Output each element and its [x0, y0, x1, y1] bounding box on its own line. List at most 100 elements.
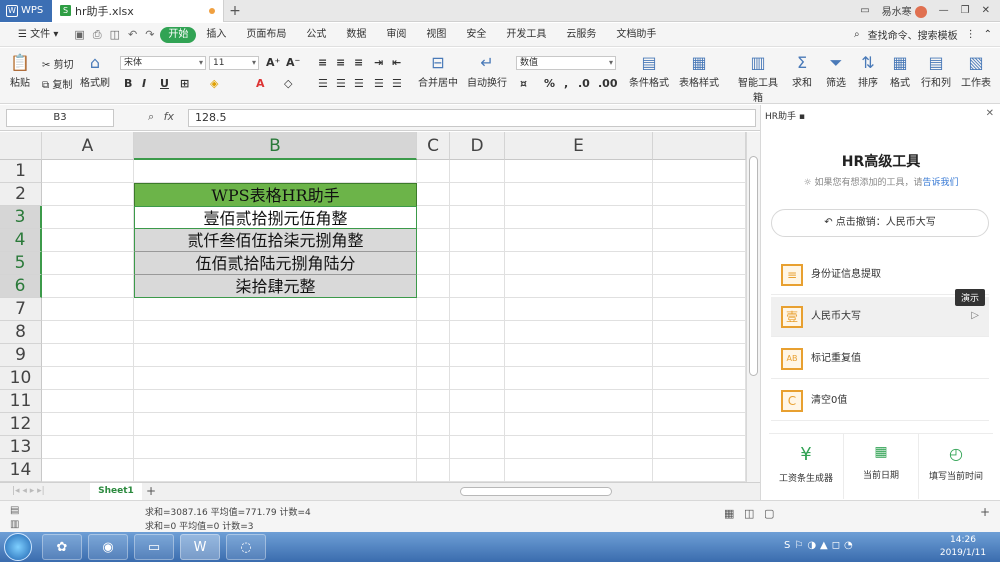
grid-cell[interactable] — [42, 252, 134, 275]
grid-cell[interactable] — [42, 344, 134, 367]
panel-close-icon[interactable]: ✕ — [986, 108, 994, 119]
align-left-icon[interactable]: ☰ — [318, 77, 328, 90]
grid-cell[interactable] — [134, 413, 417, 436]
row-header[interactable]: 2 — [0, 183, 42, 206]
font-color-icon[interactable]: A — [256, 77, 265, 90]
grid-cell[interactable] — [505, 390, 653, 413]
grid-cell[interactable] — [134, 367, 417, 390]
format-button[interactable]: ▦ 格式 — [888, 54, 912, 90]
column-header[interactable]: C — [417, 132, 450, 160]
sort-button[interactable]: ⇅ 排序 — [856, 54, 880, 90]
tab-formulas[interactable]: 公式 — [296, 23, 336, 47]
tab-developer[interactable]: 开发工具 — [496, 23, 556, 47]
rows-cols-button[interactable]: ▤ 行和列 — [920, 54, 952, 90]
tool-mark-duplicates[interactable]: AB 标记重复值 — [771, 339, 989, 379]
outdent-icon[interactable]: ⇤ — [392, 56, 401, 69]
tab-insert[interactable]: 插入 — [196, 23, 236, 47]
align-top-icon[interactable]: ≡ — [318, 56, 327, 69]
add-sheet-icon[interactable]: + — [146, 484, 156, 498]
row-header[interactable]: 3 — [0, 206, 42, 229]
tool-payslip[interactable]: ¥ 工资条生成器 — [769, 434, 844, 499]
justify-icon[interactable]: ☰ — [374, 77, 384, 90]
grid-cell[interactable] — [134, 321, 417, 344]
minimize-icon[interactable]: — — [939, 5, 949, 16]
grid-cell[interactable] — [134, 436, 417, 459]
grid-cell[interactable] — [417, 436, 450, 459]
percent-icon[interactable]: % — [544, 77, 555, 90]
tab-home[interactable]: 开始 — [160, 26, 197, 43]
grid-cell[interactable] — [134, 298, 417, 321]
grid-cell[interactable] — [653, 298, 746, 321]
grid-cell[interactable] — [450, 298, 505, 321]
cell-b5[interactable]: 伍佰贰拾陆元捌角陆分 — [134, 252, 417, 275]
grid-cell[interactable] — [417, 344, 450, 367]
tab-view[interactable]: 视图 — [416, 23, 456, 47]
grow-font-icon[interactable]: A⁺ — [266, 56, 280, 69]
grid-cell[interactable] — [653, 344, 746, 367]
decrease-decimal-icon[interactable]: .00 — [598, 77, 618, 90]
grid-cell[interactable] — [505, 321, 653, 344]
cell-b3[interactable]: 壹佰贰拾捌元伍角整 — [134, 206, 417, 229]
grid-cell[interactable] — [450, 390, 505, 413]
grid-cell[interactable] — [42, 321, 134, 344]
grid-cell[interactable] — [417, 183, 450, 206]
grid-cell[interactable] — [653, 229, 746, 252]
page-layout-view-icon[interactable]: ◫ — [744, 507, 754, 520]
vertical-scrollbar[interactable] — [746, 132, 760, 482]
paste-button[interactable]: 📋 粘贴 — [8, 54, 32, 90]
grid-cell[interactable] — [653, 436, 746, 459]
demo-play-icon[interactable]: ▷ — [971, 310, 979, 321]
formula-input[interactable]: 128.5 — [188, 109, 756, 127]
underline-icon[interactable]: U — [160, 77, 169, 90]
macro-record-icon[interactable]: ▥ — [10, 519, 19, 530]
name-box[interactable]: B3 — [6, 109, 114, 127]
grid-cell[interactable] — [417, 298, 450, 321]
tab-data[interactable]: 数据 — [336, 23, 376, 47]
row-header[interactable]: 7 — [0, 298, 42, 321]
grid-cell[interactable] — [42, 229, 134, 252]
grid-cell[interactable] — [417, 390, 450, 413]
align-right-icon[interactable]: ☰ — [354, 77, 364, 90]
tab-doc-assistant[interactable]: 文档助手 — [606, 23, 666, 47]
row-header[interactable]: 14 — [0, 459, 42, 482]
file-menu[interactable]: ☰ 文件 ▾ — [8, 23, 68, 47]
row-header[interactable]: 12 — [0, 413, 42, 436]
grid-cell[interactable] — [42, 390, 134, 413]
tool-clear-zero[interactable]: C 清空0值 — [771, 381, 989, 421]
grid-cell[interactable] — [505, 160, 653, 183]
conditional-format-button[interactable]: ▤ 条件格式 — [628, 54, 670, 90]
grid-cell[interactable] — [505, 344, 653, 367]
grid-cell[interactable] — [134, 390, 417, 413]
grid-cell[interactable] — [505, 298, 653, 321]
grid-cell[interactable] — [42, 459, 134, 482]
grid-cell[interactable] — [653, 413, 746, 436]
grid-cell[interactable] — [505, 459, 653, 482]
grid-cell[interactable] — [653, 183, 746, 206]
cut-button[interactable]: ✂ 剪切 — [42, 56, 74, 71]
grid-cell[interactable] — [450, 229, 505, 252]
number-format-select[interactable]: 数值 — [516, 56, 616, 70]
grid-cell[interactable] — [42, 436, 134, 459]
command-search[interactable]: ⌕ 查找命令、搜索模板 ⋮ ⌃ — [854, 27, 1000, 42]
increase-decimal-icon[interactable]: .0 — [578, 77, 590, 90]
grid-cell[interactable] — [134, 344, 417, 367]
grid-cell[interactable] — [417, 160, 450, 183]
chrome-icon[interactable]: ◉ — [88, 534, 128, 560]
select-all-corner[interactable] — [0, 132, 42, 160]
grid-cell[interactable] — [450, 160, 505, 183]
print-preview-icon[interactable]: ◫ — [110, 28, 120, 42]
wps-home-tab[interactable]: W WPS — [0, 0, 52, 22]
grid-cell[interactable] — [417, 413, 450, 436]
grid-cell[interactable] — [417, 206, 450, 229]
document-tab[interactable]: S hr助手.xlsx — [52, 0, 224, 22]
grid-cell[interactable] — [450, 413, 505, 436]
restore-icon[interactable]: ❐ — [961, 5, 970, 16]
indent-icon[interactable]: ⇥ — [374, 56, 383, 69]
row-header[interactable]: 1 — [0, 160, 42, 183]
grid-cell[interactable] — [450, 321, 505, 344]
grid-cell[interactable] — [42, 275, 134, 298]
cell-b6[interactable]: 柒拾肆元整 — [134, 275, 417, 298]
row-header[interactable]: 11 — [0, 390, 42, 413]
font-name-select[interactable]: 宋体 — [120, 56, 206, 70]
row-header[interactable]: 13 — [0, 436, 42, 459]
